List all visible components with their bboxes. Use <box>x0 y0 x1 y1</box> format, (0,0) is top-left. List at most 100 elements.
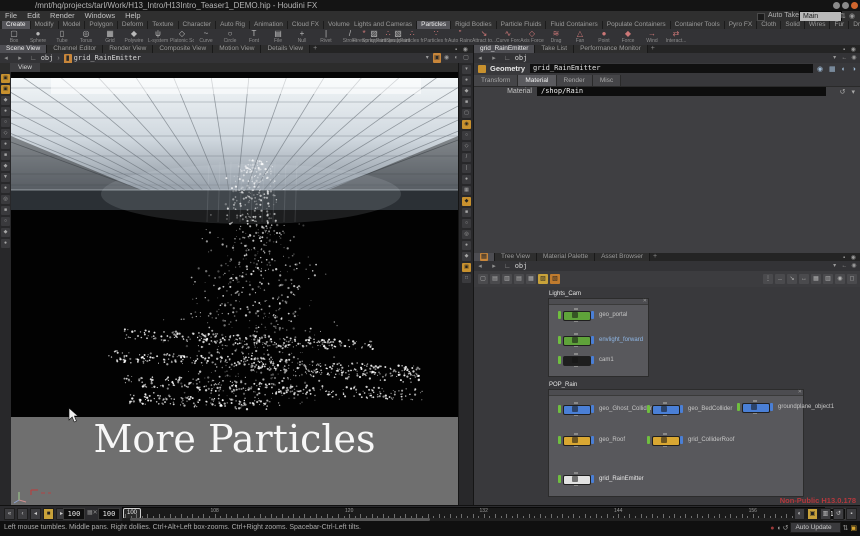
viewport-tool-icon[interactable]: ◆ <box>462 87 471 96</box>
shelf-tab-auto-rig[interactable]: Auto Rig <box>216 21 250 29</box>
net-tool-icon[interactable]: ▥ <box>502 274 512 284</box>
side-tool-icon[interactable]: ▣ <box>1 74 10 83</box>
node-input-stub[interactable] <box>753 400 757 402</box>
side-tool-icon[interactable]: ■ <box>1 151 10 160</box>
param-tab-material[interactable]: Material <box>518 75 556 86</box>
net-view-icon[interactable]: ◻ <box>847 274 857 284</box>
tab-asset-browser[interactable]: Asset Browser <box>595 253 650 261</box>
pane-control-icons[interactable]: ▪ ◉ <box>843 254 858 261</box>
node-template-flag[interactable] <box>558 356 561 364</box>
dropdown-icon[interactable]: ▾ <box>423 53 431 63</box>
node-display-flag[interactable] <box>680 405 683 413</box>
viewport-tool-icon[interactable]: ▦ <box>462 186 471 195</box>
net-folder-icon[interactable]: ▧ <box>550 274 560 284</box>
tool-fan[interactable]: △Fan <box>568 29 592 44</box>
tool-polywire[interactable]: ◆Polywire <box>122 29 146 44</box>
viewport-tool-icon[interactable]: ▢ <box>462 109 471 118</box>
tool-grid[interactable]: ▦Grid <box>98 29 122 44</box>
tool-wind[interactable]: →Wind <box>640 29 664 44</box>
shelf-tab-pyro-fx[interactable]: Pyro FX <box>725 21 757 29</box>
tool-curve-force[interactable]: ∿Curve Force <box>496 29 520 44</box>
tool-tube[interactable]: ▯Tube <box>50 29 74 44</box>
tool-box[interactable]: ▢Box <box>2 29 26 44</box>
param-tab-transform[interactable]: Transform <box>474 75 518 86</box>
help-bulb-icon[interactable]: ◉ <box>849 12 855 20</box>
viewport-tool-icon[interactable]: ● <box>462 175 471 184</box>
node-input-stub[interactable] <box>574 433 578 435</box>
node-display-flag[interactable] <box>591 336 594 344</box>
net-tool-icon[interactable]: ▢ <box>478 274 488 284</box>
node-display-flag[interactable] <box>591 405 594 413</box>
viewport-tool-icon[interactable]: ▣ <box>462 263 471 272</box>
param-tab-misc[interactable]: Misc <box>593 75 621 86</box>
recook-icon[interactable]: ↺ <box>783 525 789 532</box>
path-segment-obj[interactable]: obj <box>515 262 528 270</box>
update-mode-select[interactable]: Auto Update <box>790 522 840 533</box>
shelf-tab-character[interactable]: Character <box>179 21 217 29</box>
tool-platonic-so-[interactable]: ◇Platonic So... <box>170 29 194 44</box>
objects-icon[interactable]: ▢ <box>462 53 470 63</box>
node-template-flag[interactable] <box>647 405 650 413</box>
net-tool-icon[interactable]: ▤ <box>514 274 524 284</box>
tool-l-system[interactable]: ψL-system <box>146 29 170 44</box>
material-field-icons[interactable]: ↺ ▾ <box>840 88 857 96</box>
net-view-icon[interactable]: ◉ <box>835 274 845 284</box>
tab-composite-view[interactable]: Composite View <box>153 45 213 53</box>
net-view-icon[interactable]: ↔ <box>799 274 809 284</box>
tool-auto-raind-[interactable]: "Auto Raind... <box>448 29 472 44</box>
material-path-field[interactable]: /shop/Rain <box>537 87 826 96</box>
shelf-tab-texture[interactable]: Texture <box>148 21 178 29</box>
node-input-stub[interactable] <box>574 353 578 355</box>
node-display-flag[interactable] <box>680 436 683 444</box>
close-button[interactable] <box>851 2 858 9</box>
take-spinner-icon[interactable]: ⇅ <box>840 12 846 20</box>
select-mode-icon[interactable]: ◉ <box>443 53 451 63</box>
shelf-tab-rigid-bodies[interactable]: Rigid Bodies <box>451 21 497 29</box>
viewport-tool-icon[interactable]: / <box>462 153 471 162</box>
dropdown-icon[interactable]: ▾ <box>831 261 839 271</box>
node-input-stub[interactable] <box>574 402 578 404</box>
tool-interact-[interactable]: ⇄Interact... <box>664 29 688 44</box>
net-tool-icon[interactable]: ▦ <box>526 274 536 284</box>
tool-rivet[interactable]: |Rivet <box>314 29 338 44</box>
tool-axis-force[interactable]: ◇Axis Force <box>520 29 544 44</box>
side-tool-icon[interactable]: ● <box>1 140 10 149</box>
node-input-stub[interactable] <box>574 308 578 310</box>
close-icon[interactable]: ✕ <box>643 298 647 304</box>
stop-button[interactable]: ■ <box>43 508 54 520</box>
viewport-tool-icon[interactable]: ■ <box>462 208 471 217</box>
tab-grid-rainemitter[interactable]: grid_RainEmitter <box>474 45 535 53</box>
tool-particles-fr-[interactable]: ∵Particles fr... <box>424 29 448 44</box>
pin-icon[interactable]: ◉ <box>850 53 858 63</box>
shelf-tab-cloth[interactable]: Cloth <box>757 21 781 29</box>
side-tool-icon[interactable]: ● <box>1 107 10 116</box>
shelf-tab-lights-and-cameras[interactable]: Lights and Cameras <box>350 21 417 29</box>
tool-particles-fr-[interactable]: ∴Particles fr... <box>400 29 424 44</box>
menu-windows[interactable]: Windows <box>80 11 120 21</box>
viewport-tool-icon[interactable]: □ <box>462 274 471 283</box>
net-view-icon[interactable]: ↘ <box>787 274 797 284</box>
viewport-tool-icon[interactable]: ● <box>462 241 471 250</box>
memory-icon[interactable]: ▣ <box>850 525 857 532</box>
net-view-icon[interactable]: ▦ <box>811 274 821 284</box>
tab-scene-view[interactable]: Scene View <box>0 45 47 53</box>
viewport-tool-icon[interactable]: ○ <box>462 219 471 228</box>
node-template-flag[interactable] <box>647 436 650 444</box>
path-segment-node[interactable]: grid_RainEmitter <box>74 54 141 62</box>
node-name-field[interactable]: grid_RainEmitter <box>530 64 813 73</box>
side-tool-icon[interactable]: ◆ <box>1 96 10 105</box>
path-segment-obj[interactable]: obj <box>41 54 54 62</box>
tab-take-list[interactable]: Take List <box>535 45 574 53</box>
side-tool-icon[interactable]: ▼ <box>1 173 10 182</box>
side-tool-icon[interactable]: ● <box>1 184 10 193</box>
update-spinner-icon[interactable]: ⇅ <box>843 525 849 532</box>
menu-help[interactable]: Help <box>120 11 145 21</box>
tool-particles-fr-[interactable]: ∴Particles fr... <box>376 29 400 44</box>
net-tool-icon[interactable]: ▤ <box>490 274 500 284</box>
node-template-flag[interactable] <box>558 311 561 319</box>
menu-edit[interactable]: Edit <box>22 11 45 21</box>
tool-force[interactable]: ◆Force <box>616 29 640 44</box>
net-view-icon[interactable]: ▥ <box>823 274 833 284</box>
viewport-tool-icon[interactable]: ◇ <box>462 142 471 151</box>
shelf-tab-animation[interactable]: Animation <box>250 21 288 29</box>
